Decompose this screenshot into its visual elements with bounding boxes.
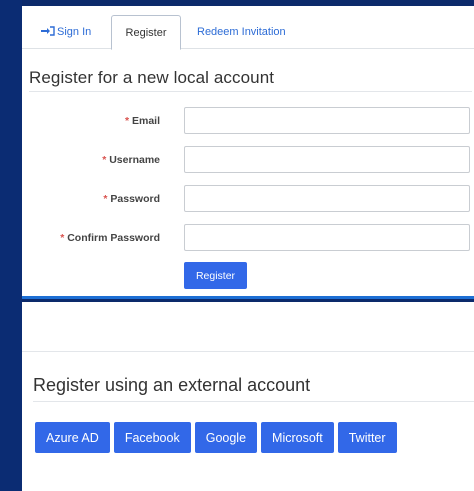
password-row: * Password: [22, 185, 474, 213]
local-account-heading: Register for a new local account: [29, 68, 275, 87]
twitter-button[interactable]: Twitter: [337, 422, 397, 453]
external-provider-buttons: Azure AD Facebook Google Microsoft Twitt…: [35, 422, 397, 453]
register-button[interactable]: Register: [184, 262, 247, 289]
tab-register-label: Register: [125, 27, 167, 39]
confirm-password-label: * Confirm Password: [60, 232, 160, 244]
heading-divider: [29, 91, 472, 92]
facebook-button[interactable]: Facebook: [113, 422, 191, 453]
required-mark: *: [124, 115, 130, 127]
password-input[interactable]: [184, 185, 470, 212]
confirm-password-row: * Confirm Password: [22, 224, 474, 252]
tab-sign-in-label: Sign In: [57, 26, 92, 38]
tab-redeem-invitation[interactable]: Redeem Invitation: [197, 15, 286, 50]
account-tabs: Sign In Register Redeem Invitation: [22, 6, 474, 50]
sign-in-icon: [41, 26, 55, 36]
local-register-panel: Sign In Register Redeem Invitation Regis…: [22, 6, 474, 299]
tab-redeem-label: Redeem Invitation: [197, 26, 286, 38]
azure-ad-button[interactable]: Azure AD: [35, 422, 110, 453]
required-mark: *: [60, 232, 65, 244]
username-row: * Username: [22, 146, 474, 174]
tab-sign-in[interactable]: Sign In: [41, 15, 91, 50]
page-frame: Sign In Register Redeem Invitation Regis…: [0, 0, 474, 491]
required-mark: *: [102, 154, 107, 166]
tab-register[interactable]: Register: [111, 15, 181, 50]
email-row: * Email: [22, 107, 474, 135]
external-account-heading: Register using an external account: [33, 375, 311, 395]
password-label: * Password: [103, 193, 160, 205]
username-input[interactable]: [184, 146, 470, 173]
google-button[interactable]: Google: [194, 422, 258, 453]
confirm-password-input[interactable]: [184, 224, 470, 251]
microsoft-button[interactable]: Microsoft: [261, 422, 334, 453]
external-register-panel: Register using an external account Azure…: [22, 302, 474, 491]
section-divider: [22, 351, 474, 352]
username-label: * Username: [102, 154, 160, 166]
email-input[interactable]: [184, 107, 470, 134]
external-heading-divider: [33, 401, 474, 402]
required-mark: *: [103, 193, 108, 205]
email-label: * Email: [124, 115, 160, 127]
left-border: [0, 0, 22, 491]
